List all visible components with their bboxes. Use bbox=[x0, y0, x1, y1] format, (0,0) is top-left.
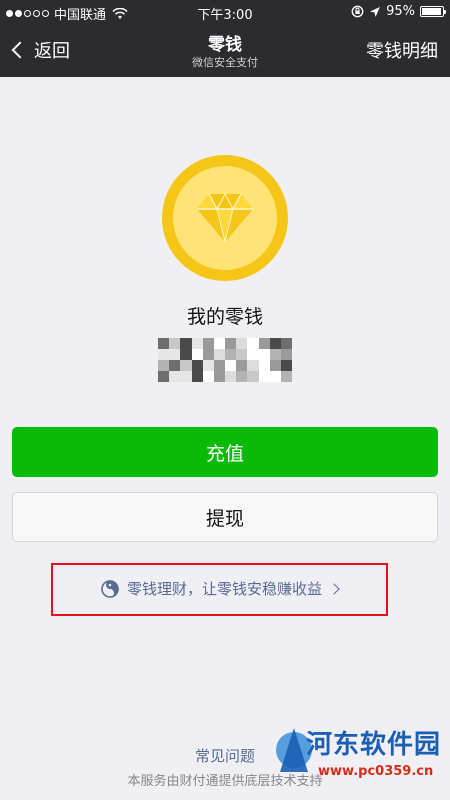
mosaic-cell bbox=[225, 349, 237, 360]
withdraw-button[interactable]: 提现 bbox=[12, 492, 438, 542]
mosaic-cell bbox=[247, 338, 259, 349]
diamond-icon bbox=[197, 193, 253, 243]
mosaic-cell bbox=[258, 349, 270, 360]
mosaic-cell bbox=[169, 349, 181, 360]
mosaic-cell bbox=[213, 371, 225, 382]
mosaic-cell bbox=[191, 371, 203, 382]
top-bar: 中国联通 下午3:00 95% 返回 零钱 微信安全支付 零钱明细 bbox=[0, 0, 450, 77]
nav-bar: 返回 零钱 微信安全支付 零钱明细 bbox=[0, 24, 450, 77]
mosaic-cell bbox=[180, 349, 192, 360]
mosaic-cell bbox=[158, 338, 170, 349]
wealth-logo-icon bbox=[101, 579, 119, 598]
mosaic-cell bbox=[158, 371, 170, 382]
watermark: 河东软件园 www.pc0359.cn bbox=[270, 720, 450, 800]
mosaic-cell bbox=[225, 360, 237, 371]
watermark-url: www.pc0359.cn bbox=[318, 764, 434, 779]
mosaic-cell bbox=[213, 349, 225, 360]
mosaic-cell bbox=[213, 338, 225, 349]
mosaic-cell bbox=[280, 360, 292, 371]
mosaic-cell bbox=[158, 349, 170, 360]
mosaic-cell bbox=[180, 338, 192, 349]
mosaic-cell bbox=[258, 338, 270, 349]
recharge-button[interactable]: 充值 bbox=[12, 427, 438, 477]
mosaic-cell bbox=[202, 360, 214, 371]
mosaic-cell bbox=[213, 360, 225, 371]
mosaic-cell bbox=[269, 338, 281, 349]
mosaic-cell bbox=[258, 360, 270, 371]
battery-percent: 95% bbox=[386, 4, 415, 19]
promo-highlight-box: 零钱理财，让零钱安稳赚收益 bbox=[51, 563, 388, 616]
mosaic-cell bbox=[280, 349, 292, 360]
mosaic-cell bbox=[236, 349, 248, 360]
status-bar: 中国联通 下午3:00 95% bbox=[0, 0, 450, 24]
location-arrow-icon bbox=[370, 6, 381, 17]
mosaic-cell bbox=[280, 371, 292, 382]
mosaic-cell bbox=[225, 371, 237, 382]
mosaic-cell bbox=[236, 360, 248, 371]
mosaic-cell bbox=[169, 360, 181, 371]
mosaic-cell bbox=[247, 360, 259, 371]
change-details-link[interactable]: 零钱明细 bbox=[366, 37, 438, 63]
status-right: 95% bbox=[351, 4, 446, 19]
mosaic-cell bbox=[247, 371, 259, 382]
watermark-title: 河东软件园 bbox=[306, 730, 442, 760]
mosaic-cell bbox=[158, 360, 170, 371]
rotation-lock-icon bbox=[351, 5, 364, 18]
mosaic-cell bbox=[236, 371, 248, 382]
mosaic-cell bbox=[280, 338, 292, 349]
battery-icon bbox=[420, 6, 446, 17]
mosaic-cell bbox=[169, 371, 181, 382]
mosaic-cell bbox=[258, 371, 270, 382]
chevron-right-icon bbox=[328, 582, 340, 595]
mosaic-cell bbox=[202, 338, 214, 349]
mosaic-cell bbox=[180, 371, 192, 382]
mosaic-cell bbox=[191, 349, 203, 360]
mosaic-cell bbox=[269, 371, 281, 382]
wallet-coin-icon bbox=[162, 155, 288, 281]
promo-text: 零钱理财，让零钱安稳赚收益 bbox=[126, 580, 322, 598]
balance-amount-pixelated bbox=[158, 338, 292, 382]
mosaic-cell bbox=[180, 360, 192, 371]
battery-fill bbox=[422, 8, 441, 15]
mosaic-cell bbox=[225, 338, 237, 349]
mosaic-cell bbox=[269, 349, 281, 360]
mosaic-cell bbox=[236, 338, 248, 349]
my-balance-label: 我的零钱 bbox=[186, 306, 263, 328]
mosaic-cell bbox=[202, 349, 214, 360]
mosaic-cell bbox=[169, 338, 181, 349]
mosaic-cell bbox=[269, 360, 281, 371]
wealth-management-link[interactable]: 零钱理财，让零钱安稳赚收益 bbox=[53, 578, 386, 599]
mosaic-cell bbox=[247, 349, 259, 360]
mosaic-cell bbox=[191, 360, 203, 371]
mosaic-cell bbox=[191, 338, 203, 349]
mosaic-cell bbox=[202, 371, 214, 382]
